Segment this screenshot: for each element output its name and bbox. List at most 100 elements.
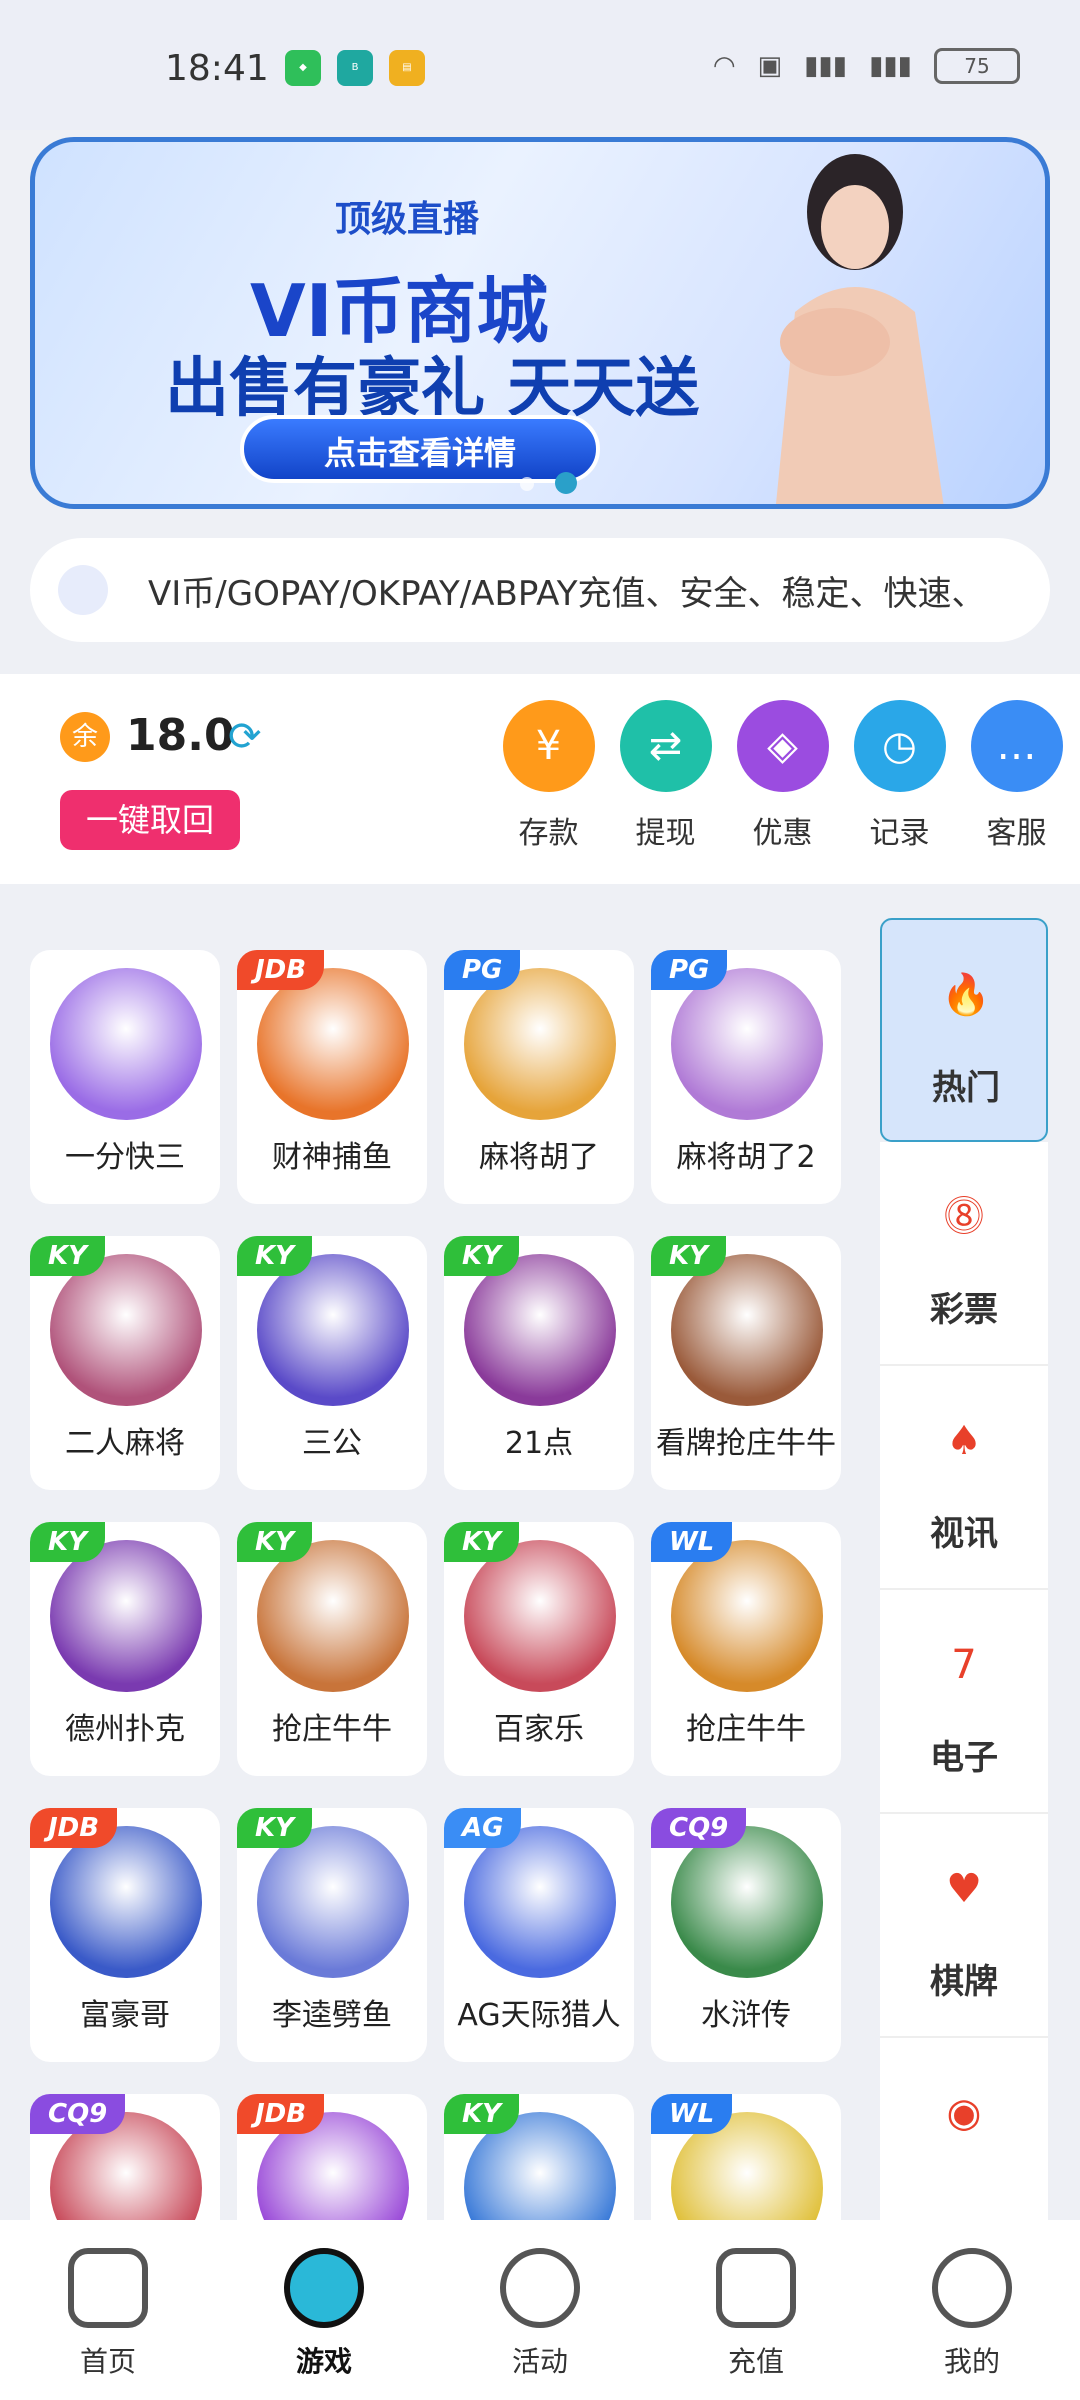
game-name: 看牌抢庄牛牛 — [656, 1426, 836, 1461]
action-tag[interactable]: ◈ 优惠 — [724, 700, 841, 852]
hd-icon: ▣ — [757, 51, 783, 81]
flag-icon — [500, 2248, 580, 2328]
action-label: 存款 — [518, 816, 579, 851]
clock-icon: ◷ — [853, 700, 946, 792]
game-card[interactable]: JDB — [237, 2094, 427, 2220]
tab-profile-face[interactable]: 我的 — [902, 2248, 1042, 2380]
provider-badge: JDB — [237, 950, 325, 990]
category-热门[interactable]: 🔥 热门 — [880, 918, 1048, 1142]
provider-badge: CQ9 — [30, 2094, 126, 2134]
provider-badge: AG — [444, 1808, 522, 1848]
wifi-icon: ◠ — [712, 51, 736, 81]
category-more[interactable]: ◉ — [880, 2038, 1048, 2220]
game-card[interactable]: PG 麻将胡了 — [444, 950, 634, 1204]
boss-app-icon: B — [337, 50, 373, 86]
provider-badge: KY — [30, 1522, 105, 1562]
game-card[interactable]: KY 李逵劈鱼 — [237, 1808, 427, 2062]
game-thumbnail — [257, 1826, 409, 1978]
recall-all-button[interactable]: 一键取回 — [60, 790, 240, 850]
game-thumbnail — [50, 1540, 202, 1692]
promo-banner[interactable]: 顶级直播 VI币商城 出售有豪礼 天天送 点击查看详情 — [30, 137, 1050, 509]
game-area: 一分快三 JDB 财神捕鱼 PG 麻将胡了 PG 麻将胡了2 KY 二人麻将 KY 三公 KY 21点 K… — [0, 884, 1080, 2220]
wallet-panel: 余 18.0 ⟳ 一键取回 ¥ 存款 ⇄ 提现 ◈ 优惠 ◷ 记录 … 客服 — [0, 674, 1080, 884]
game-name: 21点 — [504, 1426, 574, 1461]
tab-label: 充值 — [727, 2345, 784, 2378]
signal-5g-icon: ▮▮▮ — [804, 51, 848, 81]
wallet-icon — [716, 2248, 796, 2328]
game-card[interactable]: KY — [444, 2094, 634, 2220]
provider-badge: PG — [444, 950, 521, 990]
provider-badge: KY — [237, 1236, 312, 1276]
category-电子[interactable]: 7 电子 — [880, 1590, 1048, 1814]
action-chat[interactable]: … 客服 — [958, 700, 1075, 852]
tab-home[interactable]: 首页 — [38, 2248, 178, 2380]
game-card[interactable]: CQ9 水浒传 — [651, 1808, 841, 2062]
game-card[interactable]: AG AG天际猎人 — [444, 1808, 634, 2062]
banner-details-button[interactable]: 点击查看详情 — [240, 415, 600, 483]
game-card[interactable]: KY 百家乐 — [444, 1522, 634, 1776]
game-name: AG天际猎人 — [457, 1998, 621, 2033]
banner-model-image — [775, 154, 944, 504]
game-name: 抢庄牛牛 — [272, 1712, 392, 1747]
action-yen[interactable]: ¥ 存款 — [490, 700, 607, 852]
signal-4g-icon: ▮▮▮ — [869, 51, 912, 81]
tab-gamepad[interactable]: 游戏 — [254, 2248, 394, 2380]
refresh-icon[interactable]: ⟳ — [228, 714, 262, 760]
game-thumbnail — [464, 968, 616, 1120]
game-card[interactable]: KY 21点 — [444, 1236, 634, 1490]
home-icon — [68, 2248, 148, 2328]
game-card[interactable]: 一分快三 — [30, 950, 220, 1204]
game-card[interactable]: KY 三公 — [237, 1236, 427, 1490]
notice-marquee[interactable]: VI币/GOPAY/OKPAY/ABPAY充值、安全、稳定、快速、 — [30, 538, 1050, 642]
game-thumbnail — [464, 1826, 616, 1978]
game-card[interactable]: WL 抢庄牛牛 — [651, 1522, 841, 1776]
action-label: 优惠 — [752, 816, 813, 851]
game-card[interactable]: JDB 富豪哥 — [30, 1808, 220, 2062]
action-clock[interactable]: ◷ 记录 — [841, 700, 958, 852]
slot-seven-icon: 7 — [951, 1642, 977, 1688]
game-name: 李逵劈鱼 — [272, 1998, 392, 2033]
tab-label: 活动 — [511, 2345, 568, 2378]
action-transfer[interactable]: ⇄ 提现 — [607, 700, 724, 852]
provider-badge: KY — [651, 1236, 726, 1276]
game-card[interactable]: JDB 财神捕鱼 — [237, 950, 427, 1204]
carousel-dot-active[interactable] — [555, 472, 577, 494]
game-thumbnail — [50, 968, 202, 1120]
provider-badge: JDB — [30, 1808, 118, 1848]
provider-badge: KY — [444, 1236, 519, 1276]
carousel-dot[interactable] — [520, 477, 534, 491]
tab-label: 首页 — [79, 2345, 136, 2378]
wallet-actions: ¥ 存款 ⇄ 提现 ◈ 优惠 ◷ 记录 … 客服 — [490, 700, 1075, 852]
balance-value: 18.0 — [126, 710, 235, 761]
game-thumbnail — [671, 1540, 823, 1692]
tab-wallet[interactable]: 充值 — [686, 2248, 826, 2380]
game-card[interactable]: KY 德州扑克 — [30, 1522, 220, 1776]
poker-chip-icon: ♠ — [946, 1418, 982, 1464]
category-label: 视讯 — [930, 1514, 998, 1554]
game-name: 麻将胡了 — [479, 1140, 599, 1175]
game-thumbnail — [671, 1826, 823, 1978]
balance-icon: 余 — [60, 712, 110, 762]
game-card[interactable]: WL — [651, 2094, 841, 2220]
game-name: 德州扑克 — [65, 1712, 185, 1747]
tab-flag[interactable]: 活动 — [470, 2248, 610, 2380]
game-thumbnail — [671, 1254, 823, 1406]
game-card[interactable]: KY 二人麻将 — [30, 1236, 220, 1490]
bottom-tab-bar: 首页 游戏 活动 充值 我的 — [0, 2220, 1080, 2400]
tab-label: 我的 — [943, 2345, 1000, 2378]
game-card[interactable]: PG 麻将胡了2 — [651, 950, 841, 1204]
announcement-icon — [58, 565, 108, 615]
game-card[interactable]: KY 看牌抢庄牛牛 — [651, 1236, 841, 1490]
game-card[interactable]: CQ9 — [30, 2094, 220, 2220]
action-label: 客服 — [986, 816, 1047, 851]
category-彩票[interactable]: ⓼ 彩票 — [880, 1142, 1048, 1366]
game-thumbnail — [50, 1254, 202, 1406]
category-棋牌[interactable]: ♥ 棋牌 — [880, 1814, 1048, 2038]
category-视讯[interactable]: ♠ 视讯 — [880, 1366, 1048, 1590]
flame-icon: 🔥 — [941, 972, 991, 1018]
tab-label: 游戏 — [295, 2345, 352, 2378]
chat-icon: … — [970, 700, 1063, 792]
book-app-icon: ▤ — [389, 50, 425, 86]
category-label: 电子 — [930, 1738, 998, 1778]
game-card[interactable]: KY 抢庄牛牛 — [237, 1522, 427, 1776]
